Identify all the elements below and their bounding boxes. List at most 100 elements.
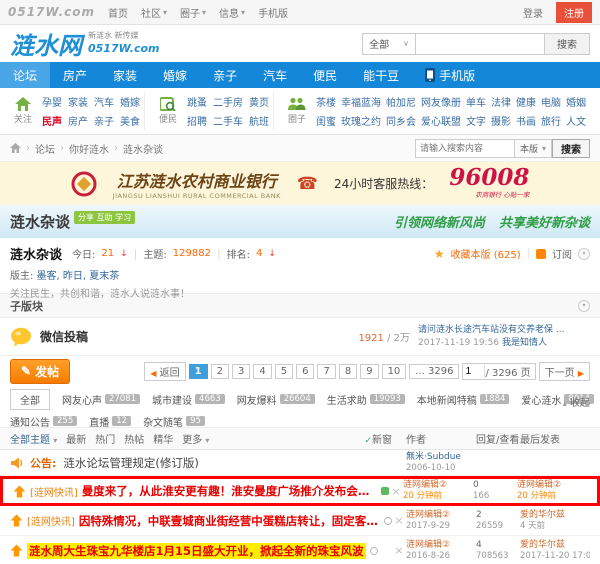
topbar-link-home[interactable]: 首页 — [108, 5, 128, 20]
nav-cars[interactable]: 汽车 — [250, 62, 300, 88]
filter-tab-all[interactable]: 全部 — [10, 389, 50, 410]
page-jump-input[interactable] — [463, 365, 485, 378]
subnav-link[interactable]: 旅行 — [541, 113, 561, 128]
page-5[interactable]: 5 — [275, 364, 293, 379]
lastpost-user[interactable]: 爱的华尔兹 — [520, 509, 590, 521]
subnav-link[interactable]: 单车 — [466, 94, 486, 109]
favorite-board-link[interactable]: 收藏本版 (625) — [451, 246, 521, 261]
bank-ad-banner[interactable]: 江苏涟水农村商业银行 JIANGSU LIANSHUI RURAL COMMER… — [0, 162, 600, 205]
subnav-link[interactable]: 孕婴 — [42, 94, 62, 109]
nav-decor[interactable]: 家装 — [100, 62, 150, 88]
announcement-title[interactable]: 涟水论坛管理规定(修订版) — [63, 455, 198, 471]
subnav-link[interactable]: 玫瑰之约 — [341, 113, 381, 128]
page-10[interactable]: 10 — [382, 364, 407, 379]
thread-title[interactable]: 因特殊情况，中联壹城商业街经营中蛋糕店转让，固定客源接手就经营 — [79, 513, 380, 529]
thread-tag[interactable]: [涟网快讯] — [27, 513, 75, 528]
subnav-link[interactable]: 航班 — [249, 113, 269, 128]
subnav-link[interactable]: 跳蚤 — [187, 94, 207, 109]
collapse-toggle[interactable]: ▾ — [578, 248, 590, 260]
topbar-link-community[interactable]: 社区▾ — [141, 5, 167, 20]
subnav-link[interactable]: 幸福蓝海 — [341, 94, 381, 109]
subnav-link[interactable]: 人文 — [566, 113, 586, 128]
thread-title[interactable]: 涟水周大生珠宝九华楼店1月15日盛大开业，掀起全新的珠宝风波 — [27, 543, 366, 559]
page-4[interactable]: 4 — [253, 364, 271, 379]
sort-hot[interactable]: 热门 — [95, 431, 115, 446]
page-3[interactable]: 3 — [232, 364, 250, 379]
filters-collapse-link[interactable]: ▴ 收起 — [563, 394, 590, 409]
filter-tab[interactable]: 城市建设4663 — [152, 392, 225, 407]
subnav-link[interactable]: 电脑 — [541, 94, 561, 109]
board-search-scope[interactable]: 本版▾ — [515, 139, 552, 158]
site-logo[interactable]: 涟水网 新涟水 新传媒 0517W.com — [10, 26, 160, 61]
nav-wedding[interactable]: 婚嫁 — [150, 62, 200, 88]
subnav-link[interactable]: 二手房 — [213, 94, 243, 109]
page-8[interactable]: 8 — [339, 364, 357, 379]
subnav-link[interactable]: 书画 — [516, 113, 536, 128]
site-search-input[interactable] — [415, 33, 545, 55]
nav-mobile[interactable]: 手机版 — [412, 62, 488, 88]
breadcrumb-current[interactable]: 涟水杂谈 — [123, 141, 163, 156]
home-icon[interactable] — [10, 143, 21, 153]
page-ellipsis[interactable]: ... 3296 — [409, 364, 459, 379]
subforum-lastpost-user[interactable]: 我是知情人 — [502, 338, 547, 348]
subnav-link[interactable]: 亲子 — [94, 113, 114, 128]
filter-tab[interactable]: 生活求助19093 — [327, 392, 405, 407]
topbar-link-mobile[interactable]: 手机版 — [258, 5, 288, 20]
subnav-link[interactable]: 婚姻 — [566, 94, 586, 109]
thread-tag[interactable]: [涟网快讯] — [30, 484, 78, 499]
filter-tab[interactable]: 网友爆料26604 — [237, 392, 315, 407]
new-window-toggle[interactable]: ✓新窗 — [364, 431, 392, 446]
moderators-links[interactable]: 墨客, 昨日, 夏末茶 — [37, 271, 120, 282]
topbar-logo[interactable]: 0517W.com — [8, 5, 95, 19]
nav-forum[interactable]: 论坛 — [0, 62, 50, 88]
subnav-link[interactable]: 爱心联盟 — [421, 113, 461, 128]
breadcrumb-forum[interactable]: 论坛 — [35, 141, 55, 156]
page-1[interactable]: 1 — [189, 364, 208, 379]
subnav-link[interactable]: 汽车 — [94, 94, 114, 109]
sort-more-dropdown[interactable]: 更多 ▾ — [182, 431, 209, 446]
subnav-link[interactable]: 家装 — [68, 94, 88, 109]
sort-digest[interactable]: 精华 — [153, 431, 173, 446]
page-7[interactable]: 7 — [317, 364, 335, 379]
subnav-link[interactable]: 美食 — [120, 113, 140, 128]
subnav-link[interactable]: 房产 — [68, 113, 88, 128]
announcement-author[interactable]: 無米·Subdue — [406, 451, 476, 463]
nav-nengandou[interactable]: 能干豆 — [350, 62, 412, 88]
page-6[interactable]: 6 — [296, 364, 314, 379]
close-icon[interactable]: × — [392, 514, 406, 527]
subscribe-link[interactable]: 订阅 — [552, 246, 572, 261]
login-link[interactable]: 登录 — [523, 5, 543, 20]
site-search-button[interactable]: 搜索 — [545, 33, 590, 55]
subnav-link-minsheng[interactable]: 民声 — [42, 113, 62, 128]
subnav-link[interactable]: 二手车 — [213, 113, 243, 128]
thread-title[interactable]: 曼度来了，从此淮安更有趣！淮安曼度广场推介发布会顺利举行！ — [82, 483, 377, 499]
subnav-link[interactable]: 茶楼 — [316, 94, 336, 109]
filter-tab[interactable]: 本地新闻特稿1884 — [417, 392, 510, 407]
thread-author[interactable]: 涟网编辑② — [406, 509, 476, 521]
search-scope-dropdown[interactable]: 全部∨ — [362, 33, 415, 55]
subnav-link[interactable]: 网友像册 — [421, 94, 461, 109]
subnav-link[interactable]: 黄页 — [249, 94, 269, 109]
board-search-input[interactable] — [415, 139, 515, 158]
lastpost-user[interactable]: 涟网编辑② — [517, 479, 587, 491]
filter-tab[interactable]: 网友心声27081 — [62, 392, 140, 407]
subnav-link[interactable]: 帕加尼 — [386, 94, 416, 109]
register-button[interactable]: 注册 — [556, 2, 592, 23]
thread-author[interactable]: 涟网编辑② — [403, 479, 473, 491]
sort-newest[interactable]: 最新 — [66, 431, 86, 446]
subnav-link[interactable]: 健康 — [516, 94, 536, 109]
subnav-link[interactable]: 婚嫁 — [120, 94, 140, 109]
board-search-button[interactable]: 搜索 — [552, 139, 590, 158]
subforum-lastpost-title[interactable]: 请问涟水长途汽车站没有交养老保 ... — [418, 324, 590, 337]
subnav-link[interactable]: 文字 — [466, 113, 486, 128]
close-icon[interactable]: × — [392, 544, 406, 557]
topbar-link-info[interactable]: 信息▾ — [219, 5, 245, 20]
sort-hotpost[interactable]: 热帖 — [124, 431, 144, 446]
breadcrumb-section[interactable]: 你好涟水 — [69, 141, 109, 156]
pagination-next[interactable]: 下一页 ▶ — [539, 362, 590, 381]
thread-author[interactable]: 涟网编辑② — [406, 539, 476, 551]
nav-realestate[interactable]: 房产 — [50, 62, 100, 88]
pagination-back[interactable]: ◀ 返回 — [144, 362, 185, 381]
filter-tab[interactable]: 通知公告255 — [10, 414, 77, 429]
topbar-link-groups[interactable]: 圈子▾ — [180, 5, 206, 20]
